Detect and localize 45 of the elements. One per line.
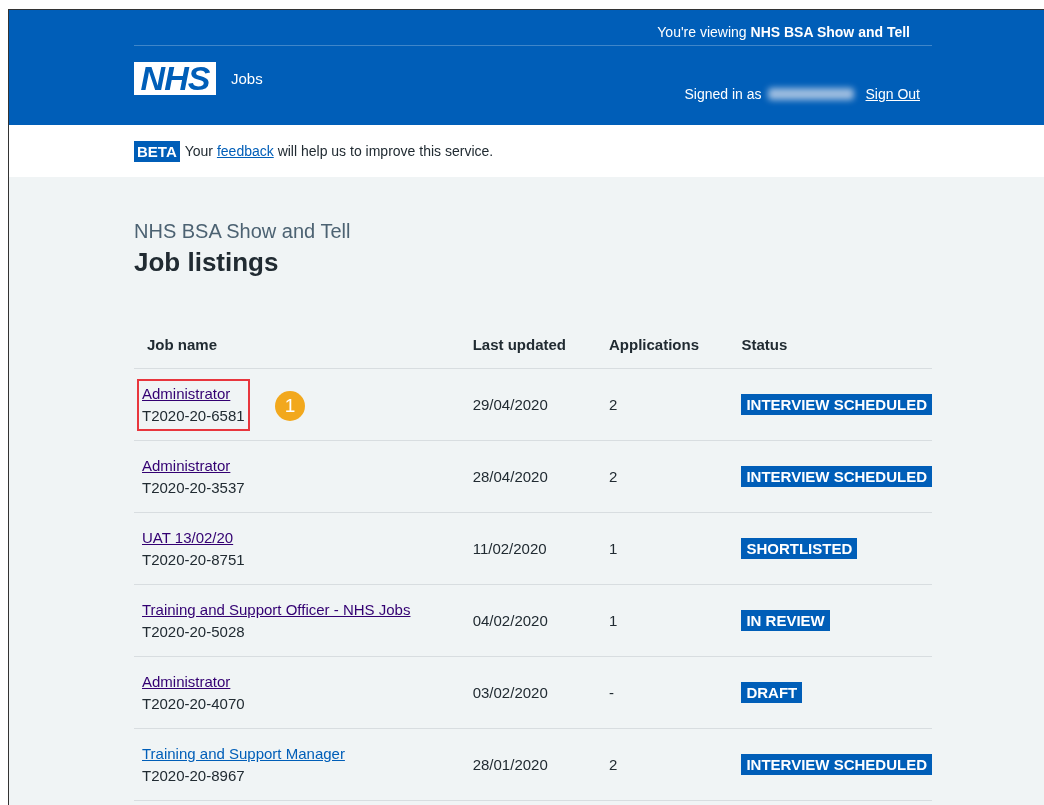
feedback-link[interactable]: feedback bbox=[216, 143, 274, 159]
applications-cell: 2 bbox=[596, 440, 729, 513]
updated-cell: 28/01/2020 bbox=[459, 728, 596, 801]
status-tag: INTERVIEW SCHEDULED bbox=[741, 466, 932, 487]
job-link[interactable]: Training and Support Officer - NHS Jobs bbox=[142, 600, 411, 618]
job-link[interactable]: Administrator bbox=[142, 672, 231, 690]
feedback-message: Your feedback will help us to improve this service. bbox=[184, 143, 494, 159]
job-reference: T2020-20-8967 bbox=[142, 765, 246, 786]
applications-cell: 1 bbox=[596, 584, 729, 657]
beta-tag: BETA bbox=[134, 140, 180, 162]
applications-cell: - bbox=[596, 656, 729, 729]
status-tag: SHORTLISTED bbox=[741, 538, 858, 559]
column-header: Last updated bbox=[459, 336, 596, 369]
column-header: Applications bbox=[596, 336, 729, 369]
status-tag: INTERVIEW SCHEDULED bbox=[741, 394, 932, 415]
updated-cell: 28/04/2020 bbox=[459, 440, 596, 513]
page-caption: NHS BSA Show and Tell bbox=[134, 220, 352, 243]
applications-cell: 2 bbox=[596, 368, 729, 441]
applications-cell: 1 bbox=[596, 512, 729, 585]
updated-cell: 03/02/2020 bbox=[459, 656, 596, 729]
job-link[interactable]: Administrator bbox=[142, 456, 231, 474]
updated-cell: 29/04/2020 bbox=[459, 368, 596, 441]
job-link[interactable]: Training and Support Manager bbox=[142, 744, 345, 762]
status-tag: DRAFT bbox=[741, 682, 803, 703]
job-reference: T2020-20-5028 bbox=[142, 621, 246, 642]
service-name: Jobs bbox=[231, 70, 263, 87]
job-link[interactable]: Administrator bbox=[142, 384, 231, 402]
signed-in-label: Signed in as bbox=[684, 86, 762, 102]
sign-out-link[interactable]: Sign Out bbox=[865, 86, 920, 102]
applications-cell: 2 bbox=[596, 728, 729, 801]
column-header: Status bbox=[728, 336, 932, 369]
status-tag: IN REVIEW bbox=[741, 610, 830, 631]
status-tag: INTERVIEW SCHEDULED bbox=[741, 754, 932, 775]
nhs-logo[interactable]: NHS bbox=[134, 62, 216, 95]
callout-badge: 1 bbox=[275, 391, 305, 421]
column-header: Job name bbox=[134, 336, 460, 369]
job-reference: T2020-20-8751 bbox=[142, 549, 245, 570]
job-reference: T2020-20-6581 bbox=[142, 405, 245, 426]
job-reference: T2020-20-3537 bbox=[142, 477, 245, 498]
updated-cell: 04/02/2020 bbox=[459, 584, 596, 657]
page-heading: Job listings bbox=[134, 247, 280, 278]
viewing-text: You're viewing NHS BSA Show and Tell bbox=[657, 23, 910, 40]
job-link[interactable]: UAT 13/02/20 bbox=[142, 528, 234, 546]
job-reference: T2020-20-4070 bbox=[142, 693, 245, 714]
updated-cell: 11/02/2020 bbox=[459, 512, 596, 585]
